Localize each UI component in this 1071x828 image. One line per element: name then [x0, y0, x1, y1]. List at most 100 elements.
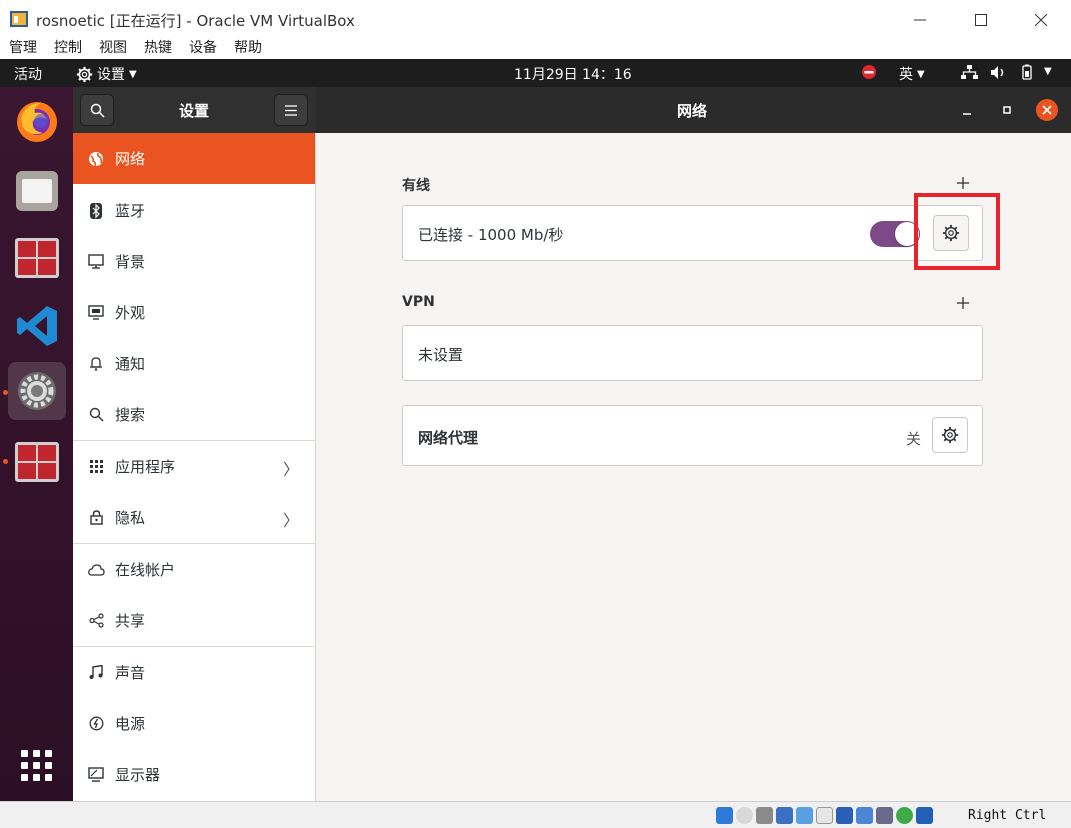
- shared-folders-icon[interactable]: [796, 807, 813, 824]
- minimize-button[interactable]: [959, 102, 975, 122]
- panel-title: 网络: [677, 102, 708, 120]
- close-icon: [1042, 105, 1052, 115]
- display-icon[interactable]: [836, 807, 853, 824]
- maximize-button[interactable]: [999, 102, 1015, 122]
- sidebar-item-appearance[interactable]: 外观: [73, 287, 315, 338]
- vpn-row: 未设置: [402, 325, 983, 381]
- sidebar-item-label: 蓝牙: [115, 202, 146, 220]
- display-icon: [87, 766, 105, 784]
- host-titlebar: rosnoetic [正在运行] - Oracle VM VirtualBox: [0, 0, 1071, 38]
- sidebar-item-background[interactable]: 背景: [73, 236, 315, 287]
- close-icon: [1035, 14, 1047, 26]
- dock-firefox[interactable]: [8, 92, 66, 150]
- dock-vscode[interactable]: [8, 297, 66, 355]
- host-key-label: Right Ctrl: [968, 808, 1047, 823]
- no-entry-icon: [862, 65, 876, 79]
- power-icon: [87, 715, 105, 733]
- dock-settings[interactable]: [8, 362, 66, 420]
- sidebar-item-network[interactable]: 网络: [73, 133, 315, 184]
- app-menu-button[interactable]: 设置 ▼: [76, 64, 137, 84]
- close-button[interactable]: [1036, 99, 1058, 121]
- sidebar-item-label: 电源: [115, 715, 146, 733]
- battery-icon[interactable]: [1019, 64, 1035, 84]
- audio-icon[interactable]: [756, 807, 773, 824]
- keyboard-capture-icon[interactable]: [916, 807, 933, 824]
- wired-status: 已连接 - 1000 Mb/秒: [418, 226, 564, 244]
- speaker-icon: [991, 66, 1004, 79]
- sidebar-item-label: 声音: [115, 664, 146, 682]
- menu-help[interactable]: 帮助: [225, 38, 270, 59]
- sidebar-item-sharing[interactable]: 共享: [73, 595, 315, 646]
- settings-headerbar-left: 设置: [73, 87, 316, 133]
- network-adapter-icon[interactable]: [776, 807, 793, 824]
- menu-hotkeys[interactable]: 热键: [135, 38, 180, 59]
- sidebar-item-label: 网络: [115, 150, 146, 168]
- mouse-integration-icon[interactable]: [896, 807, 913, 824]
- sidebar-item-label: 显示器: [115, 766, 161, 784]
- dock-running-indicator: [3, 459, 8, 464]
- system-menu-chevron-icon[interactable]: ▼: [1044, 66, 1052, 77]
- host-window-title: rosnoetic [正在运行] - Oracle VM VirtualBox: [36, 12, 355, 30]
- maximize-icon: [1003, 106, 1011, 114]
- gear-icon: [941, 426, 959, 444]
- sidebar-item-label: 搜索: [115, 406, 146, 424]
- globe-icon: [87, 150, 105, 168]
- sidebar-item-bluetooth[interactable]: 蓝牙: [73, 185, 315, 236]
- plus-icon: [957, 297, 969, 309]
- clipboard-icon[interactable]: [816, 807, 833, 824]
- sidebar-item-applications[interactable]: 应用程序 〉: [73, 441, 315, 492]
- search-icon: [90, 103, 105, 118]
- sidebar-item-label: 共享: [115, 612, 146, 630]
- dock-running-indicator: [3, 390, 8, 395]
- input-method-button[interactable]: 英 ▼: [899, 64, 925, 84]
- proxy-row[interactable]: 网络代理 关: [402, 405, 983, 466]
- settings-title: 设置: [179, 102, 210, 120]
- main-menu-button[interactable]: [274, 94, 308, 126]
- chevron-down-icon: ▼: [129, 68, 137, 80]
- search-button[interactable]: [80, 94, 114, 126]
- minimize-icon: [914, 19, 926, 21]
- monitor-icon: [87, 253, 105, 271]
- usb-icon[interactable]: [716, 807, 733, 824]
- minimize-window-button[interactable]: [897, 6, 943, 34]
- ubuntu-dock: [0, 87, 73, 801]
- dock-files[interactable]: [8, 162, 66, 220]
- sidebar-item-search[interactable]: 搜索: [73, 389, 315, 440]
- menu-view[interactable]: 视图: [90, 38, 135, 59]
- host-menubar: 管理 控制 视图 热键 设备 帮助: [0, 38, 1071, 59]
- sidebar-item-sound[interactable]: 声音: [73, 647, 315, 698]
- network-wired-icon[interactable]: [961, 65, 978, 84]
- sidebar-item-power[interactable]: 电源: [73, 698, 315, 749]
- sidebar-item-online-accounts[interactable]: 在线帐户: [73, 544, 315, 595]
- lock-icon: [87, 509, 105, 527]
- cloud-icon: [87, 561, 105, 579]
- virtualization-icon[interactable]: [876, 807, 893, 824]
- virtualbox-icon: [10, 11, 28, 27]
- sidebar-item-displays[interactable]: 显示器: [73, 749, 315, 800]
- wired-toggle[interactable]: [870, 221, 920, 247]
- firefox-icon: [17, 102, 57, 142]
- menu-manage[interactable]: 管理: [0, 38, 45, 59]
- sidebar-item-notifications[interactable]: 通知: [73, 338, 315, 389]
- optical-drive-icon[interactable]: [736, 807, 753, 824]
- sidebar-item-privacy[interactable]: 隐私 〉: [73, 492, 315, 543]
- activities-button[interactable]: 活动: [14, 64, 42, 84]
- recording-icon[interactable]: [856, 807, 873, 824]
- clock[interactable]: 11月29日 14：16: [514, 64, 632, 84]
- battery-icon-shape: [1022, 64, 1032, 80]
- folder-icon: [16, 171, 58, 211]
- bell-icon: [87, 355, 105, 373]
- proxy-settings-button[interactable]: [932, 417, 968, 453]
- menu-control[interactable]: 控制: [45, 38, 90, 59]
- close-window-button[interactable]: [1018, 6, 1064, 34]
- show-applications-button[interactable]: [8, 737, 66, 795]
- host-statusbar: Right Ctrl: [0, 801, 1071, 828]
- menu-devices[interactable]: 设备: [180, 38, 225, 59]
- dock-terminator-1[interactable]: [8, 229, 66, 287]
- dock-terminator-2[interactable]: [8, 433, 66, 491]
- maximize-window-button[interactable]: [958, 6, 1004, 34]
- volume-icon[interactable]: [990, 65, 1007, 84]
- add-wired-button[interactable]: [956, 171, 970, 195]
- do-not-disturb-icon[interactable]: [861, 64, 877, 84]
- add-vpn-button[interactable]: [956, 291, 970, 315]
